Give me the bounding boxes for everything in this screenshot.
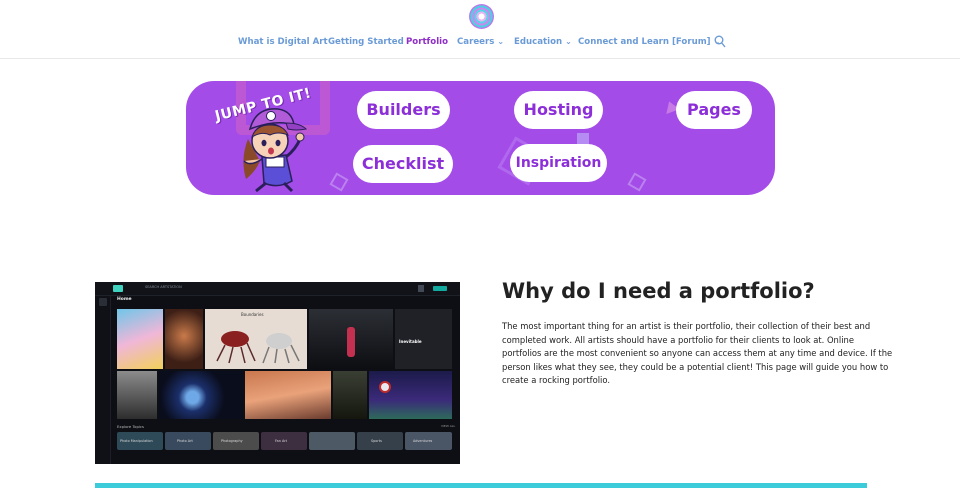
swirl-logo-icon[interactable] [469, 4, 494, 29]
screenshot-sidebar [95, 296, 111, 464]
topic-label: Adventures [413, 439, 433, 443]
nav-label: Getting Started [328, 37, 404, 47]
nav-item-what-is-digital-art[interactable]: What is Digital Art [238, 35, 328, 49]
nav-item-careers[interactable]: Careers ⌄ [457, 35, 504, 49]
portfolio-banner: JUMP TO IT! Builders Hosting Pages Check… [186, 81, 775, 195]
artwork-card: Inevitable [395, 309, 452, 369]
paragraph-line: completed work. All artists should have … [502, 334, 854, 345]
artstation-logo-icon [113, 285, 123, 292]
nav-item-getting-started[interactable]: Getting Started [328, 35, 404, 49]
artwork-thumbnail [245, 371, 331, 419]
artwork-thumbnail [333, 371, 367, 419]
section-heading: Why do I need a portfolio? [502, 279, 815, 303]
screenshot-search-label: SEARCH ARTSTATION [145, 285, 182, 289]
view-all-link: VIEW ALL [441, 424, 456, 428]
topic-label: Photo Art [177, 439, 193, 443]
nav-item-education[interactable]: Education ⌄ [514, 35, 572, 49]
artwork-featured: Boundaries [205, 309, 307, 369]
topic-label: Sports [371, 439, 382, 443]
avatar [418, 285, 424, 292]
paragraph-line: portfolios are the most convenient so an… [502, 348, 893, 359]
builders-button[interactable]: Builders [357, 91, 450, 129]
nav-item-portfolio[interactable]: Portfolio [406, 35, 448, 49]
topic-chip: Photo Art [165, 432, 211, 450]
home-icon [99, 298, 107, 306]
topic-label: Photo Manipulation [120, 439, 153, 443]
nav-label: What is Digital Art [238, 37, 328, 47]
artstation-screenshot: SEARCH ARTSTATION Home Boundaries Inevit… [95, 282, 460, 464]
nav-label: Education [514, 37, 563, 47]
chevron-down-icon: ⌄ [565, 37, 572, 46]
nav-label: Connect and Learn [Forum] [578, 37, 711, 47]
inspiration-button[interactable]: Inspiration [510, 144, 607, 182]
cube-icon [627, 172, 647, 192]
screenshot-home-label: Home [117, 297, 132, 302]
explore-topics-label: Explore Topics [117, 424, 144, 429]
section-divider [95, 483, 867, 488]
nav-label: Portfolio [406, 37, 448, 47]
site-header: What is Digital Art Getting Started Port… [0, 0, 960, 59]
cube-icon [329, 172, 349, 192]
artwork-thumbnail [117, 371, 157, 419]
screenshot-button [433, 286, 447, 291]
nav-item-connect-and-learn[interactable]: Connect and Learn [Forum] ⌄ [578, 35, 720, 49]
chevron-down-icon: ⌄ [497, 37, 505, 46]
artwork-thumbnail [165, 309, 203, 369]
topic-chip: Photography [213, 432, 259, 450]
nav-label: Careers [457, 37, 495, 47]
topic-chip: Photo Manipulation [117, 432, 163, 450]
search-icon[interactable] [714, 35, 726, 48]
topic-chip: Sports [357, 432, 403, 450]
eyeball-shape [379, 381, 391, 393]
paragraph-line: create a rocking portfolio. [502, 375, 611, 386]
checklist-button[interactable]: Checklist [353, 145, 453, 183]
screenshot-topbar: SEARCH ARTSTATION [95, 282, 460, 296]
topic-label: Photography [221, 439, 243, 443]
topic-chip: Fan Art [261, 432, 307, 450]
artwork-thumbnail [309, 309, 393, 369]
topic-label: Fan Art [275, 439, 287, 443]
pages-button[interactable]: Pages [676, 91, 752, 129]
artwork-thumbnail [369, 371, 452, 419]
robot-creatures-illustration [216, 331, 300, 364]
figure-shape [347, 327, 355, 357]
main-nav: What is Digital Art Getting Started Port… [0, 35, 960, 49]
section-paragraph: The most important thing for an artist i… [502, 320, 893, 388]
artwork-thumbnail [159, 371, 243, 419]
topic-chip: Adventures [405, 432, 452, 450]
feature-side-title: Inevitable [399, 339, 422, 344]
artwork-thumbnail [117, 309, 163, 369]
paragraph-line: The most important thing for an artist i… [502, 321, 871, 331]
feature-title: Boundaries [241, 312, 264, 317]
paragraph-line: person likes what they see, they could b… [502, 361, 889, 372]
hosting-button[interactable]: Hosting [514, 91, 603, 129]
topic-chip [309, 432, 355, 450]
